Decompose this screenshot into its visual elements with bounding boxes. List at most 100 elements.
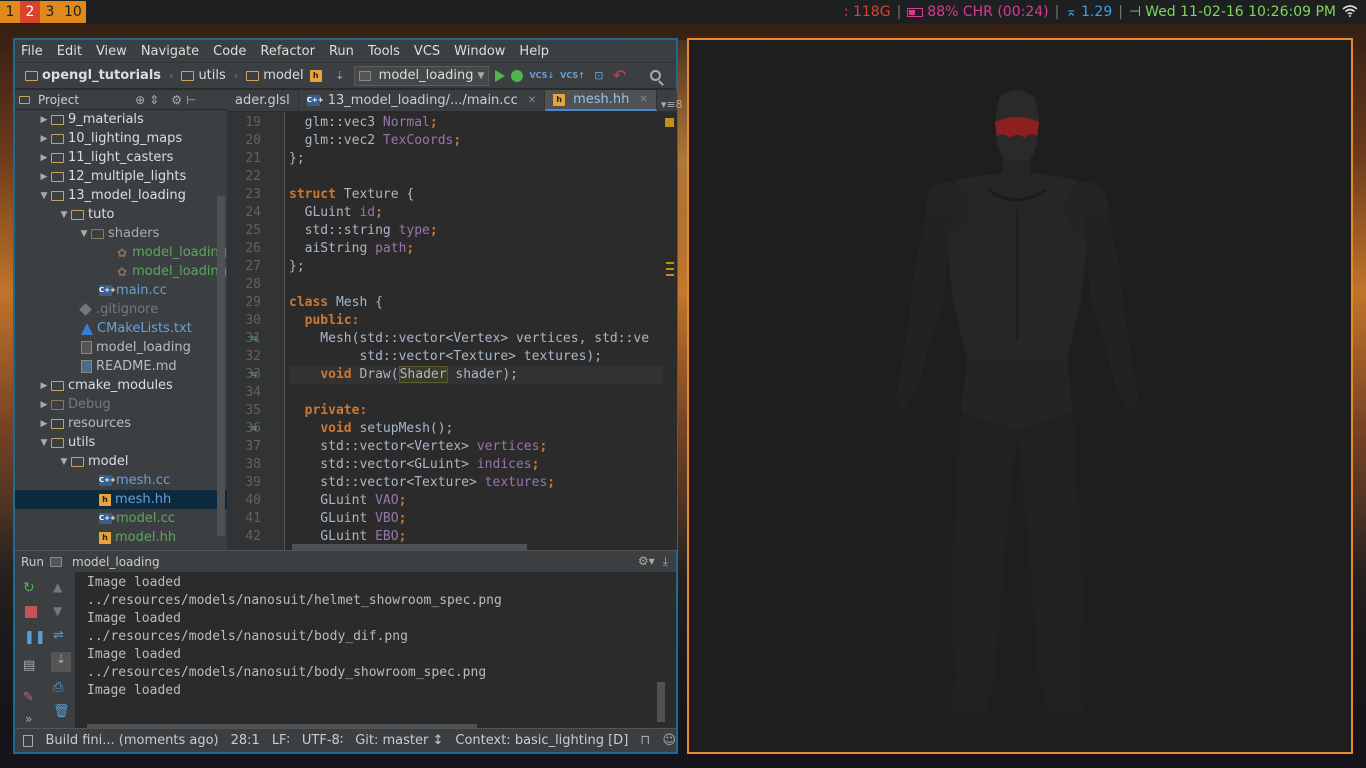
trash-icon[interactable]: 🗑 (53, 704, 70, 719)
close-icon[interactable]: ✕ (528, 95, 536, 106)
tree-item-mesh-cc[interactable]: C++ mesh.cc (15, 471, 227, 490)
console-vertical-scrollbar[interactable] (657, 682, 665, 722)
collapse-icon[interactable]: ▼ (57, 457, 71, 467)
project-scrollbar[interactable] (217, 196, 225, 536)
history-icon[interactable]: ⊡ (591, 68, 607, 84)
run-icon[interactable] (495, 69, 506, 82)
workspace-3[interactable]: 3 (40, 1, 60, 23)
target-icon[interactable]: ⊕ (135, 93, 145, 107)
search-icon[interactable] (650, 70, 662, 81)
tree-item-model-hh[interactable]: h model.hh (15, 528, 227, 547)
tree-item-cmakelists[interactable]: CMakeLists.txt (15, 319, 227, 338)
tree-item-model-cc[interactable]: C++ model.cc (15, 509, 227, 528)
tree-item-tuto[interactable]: ▼ tuto (15, 205, 227, 224)
code-editor[interactable]: 19 glm::vec3 Normal; 20 glm::vec2 TexCoo… (227, 112, 677, 550)
tree-item-main-cc[interactable]: C++ main.cc (15, 281, 227, 300)
tree-item-resources[interactable]: ▶ resources (15, 414, 227, 433)
tree-item-11-light-casters[interactable]: ▶ 11_light_casters (15, 148, 227, 167)
layout-icon[interactable]: ▤ (23, 658, 37, 673)
header-file-icon[interactable]: h (309, 68, 326, 84)
workspace-10[interactable]: 10 (60, 1, 86, 23)
debug-icon[interactable] (511, 69, 524, 82)
tree-item-shaders[interactable]: ▼ shaders (15, 224, 227, 243)
collapse-icon[interactable]: ▼ (37, 438, 51, 448)
run-config-select[interactable]: model_loading ▼ (353, 65, 490, 86)
expand-icon[interactable]: ▶ (37, 419, 51, 429)
rerun-icon[interactable]: ↻ (23, 580, 37, 596)
vcs-update-icon[interactable]: VCS↓ (529, 71, 554, 80)
pin-icon[interactable]: ✎ (23, 690, 37, 705)
wrap-icon[interactable]: ⇌ (53, 628, 67, 643)
minimize-icon[interactable]: ⤓ (663, 554, 668, 569)
tree-item-model-loading-bin[interactable]: model_loading (15, 338, 227, 357)
menu-run[interactable]: Run (329, 44, 354, 59)
menu-edit[interactable]: Edit (57, 44, 82, 59)
breadcrumb-utils[interactable]: utils (181, 68, 226, 83)
file-encoding[interactable]: UTF-8∶ (302, 733, 343, 748)
toggle-panels-icon[interactable] (23, 734, 34, 747)
tree-item-10-lighting-maps[interactable]: ▶ 10_lighting_maps (15, 129, 227, 148)
run-target[interactable]: model_loading (72, 555, 160, 569)
workspace-2[interactable]: 2 (20, 1, 40, 23)
tree-item-mesh-hh[interactable]: h mesh.hh (15, 490, 227, 509)
error-stripe[interactable] (663, 112, 677, 550)
print-icon[interactable]: ⎙ (53, 680, 67, 695)
tab-shader-glsl[interactable]: ader.glsl (227, 90, 299, 111)
arrow-down-icon[interactable]: ▼ (53, 604, 67, 618)
run-console[interactable]: Image loaded ../resources/models/nanosui… (75, 572, 665, 730)
tree-item-12-multiple-lights[interactable]: ▶ 12_multiple_lights (15, 167, 227, 186)
code-area[interactable]: 19 glm::vec3 Normal; 20 glm::vec2 TexCoo… (245, 114, 677, 546)
menu-help[interactable]: Help (519, 44, 549, 59)
stripe-mark[interactable] (666, 268, 674, 270)
tree-item-cmake-modules[interactable]: ▶ cmake_modules (15, 376, 227, 395)
cursor-position[interactable]: 28:1 (231, 733, 260, 748)
scroll-end-icon[interactable]: ⇣ (51, 652, 71, 672)
collapse-icon[interactable]: ▼ (37, 191, 51, 201)
inspector-icon[interactable]: ☺ (662, 733, 676, 748)
close-icon[interactable]: ✕ (639, 94, 647, 105)
expand-icon[interactable]: ▶ (37, 134, 51, 144)
arrow-up-icon[interactable]: ▲ (53, 580, 67, 594)
menu-refactor[interactable]: Refactor (260, 44, 315, 59)
override-marker-icon[interactable]: ⇆ (251, 330, 257, 348)
revert-icon[interactable]: ↶ (613, 66, 626, 85)
settings-icon[interactable]: ⚙▾ (638, 554, 655, 569)
expand-icon[interactable]: ▶ (37, 400, 51, 410)
line-ending[interactable]: LF∶ (272, 733, 290, 748)
tree-item-debug[interactable]: ▶ Debug (15, 395, 227, 414)
tree-item-9-materials[interactable]: ▶ 9_materials (15, 110, 227, 129)
more-tabs-icon[interactable]: ▾≡8 (657, 98, 687, 111)
stripe-mark[interactable] (666, 262, 674, 264)
menu-vcs[interactable]: VCS (414, 44, 440, 59)
stop-icon[interactable] (25, 606, 37, 618)
collapse-icon[interactable]: ▼ (57, 210, 71, 220)
tree-item-shader-fs[interactable]: ✿ model_loading (15, 262, 227, 281)
opengl-render-window[interactable] (687, 38, 1353, 754)
tab-main-cc[interactable]: C++ 13_model_loading/.../main.cc ✕ (299, 90, 546, 111)
workspace-1[interactable]: 1 (0, 1, 20, 23)
override-marker-icon[interactable]: ⇆ (251, 366, 257, 384)
breadcrumb-project[interactable]: opengl_tutorials (25, 68, 161, 83)
more-icon[interactable]: » (25, 712, 39, 726)
settings-icon[interactable]: ⚙ (171, 93, 182, 107)
warning-indicator-icon[interactable] (665, 118, 674, 127)
tree-item-model[interactable]: ▼ model (15, 452, 227, 471)
expand-icon[interactable]: ▶ (37, 172, 51, 182)
expand-icon[interactable]: ▶ (37, 381, 51, 391)
tab-mesh-hh[interactable]: h mesh.hh ✕ (545, 90, 657, 111)
build-status[interactable]: Build fini... (moments ago) (45, 733, 218, 748)
resolve-context[interactable]: Context: basic_lighting [D] (455, 733, 628, 748)
menu-file[interactable]: File (21, 44, 43, 59)
breadcrumb-model[interactable]: model (246, 68, 304, 83)
git-branch[interactable]: Git: master ↕ (355, 733, 443, 748)
tree-item-13-model-loading[interactable]: ▼ 13_model_loading (15, 186, 227, 205)
menu-navigate[interactable]: Navigate (141, 44, 199, 59)
project-label[interactable]: Project (38, 93, 79, 107)
override-marker-icon[interactable]: ⇆ (251, 420, 257, 438)
hide-icon[interactable]: ⊢ (186, 93, 196, 107)
collapse-icon[interactable]: ▼ (77, 229, 91, 239)
stripe-mark[interactable] (666, 274, 674, 276)
lock-icon[interactable]: ⊓ (640, 733, 650, 748)
collapse-icon[interactable]: ⇕ (149, 93, 159, 107)
menu-window[interactable]: Window (454, 44, 505, 59)
